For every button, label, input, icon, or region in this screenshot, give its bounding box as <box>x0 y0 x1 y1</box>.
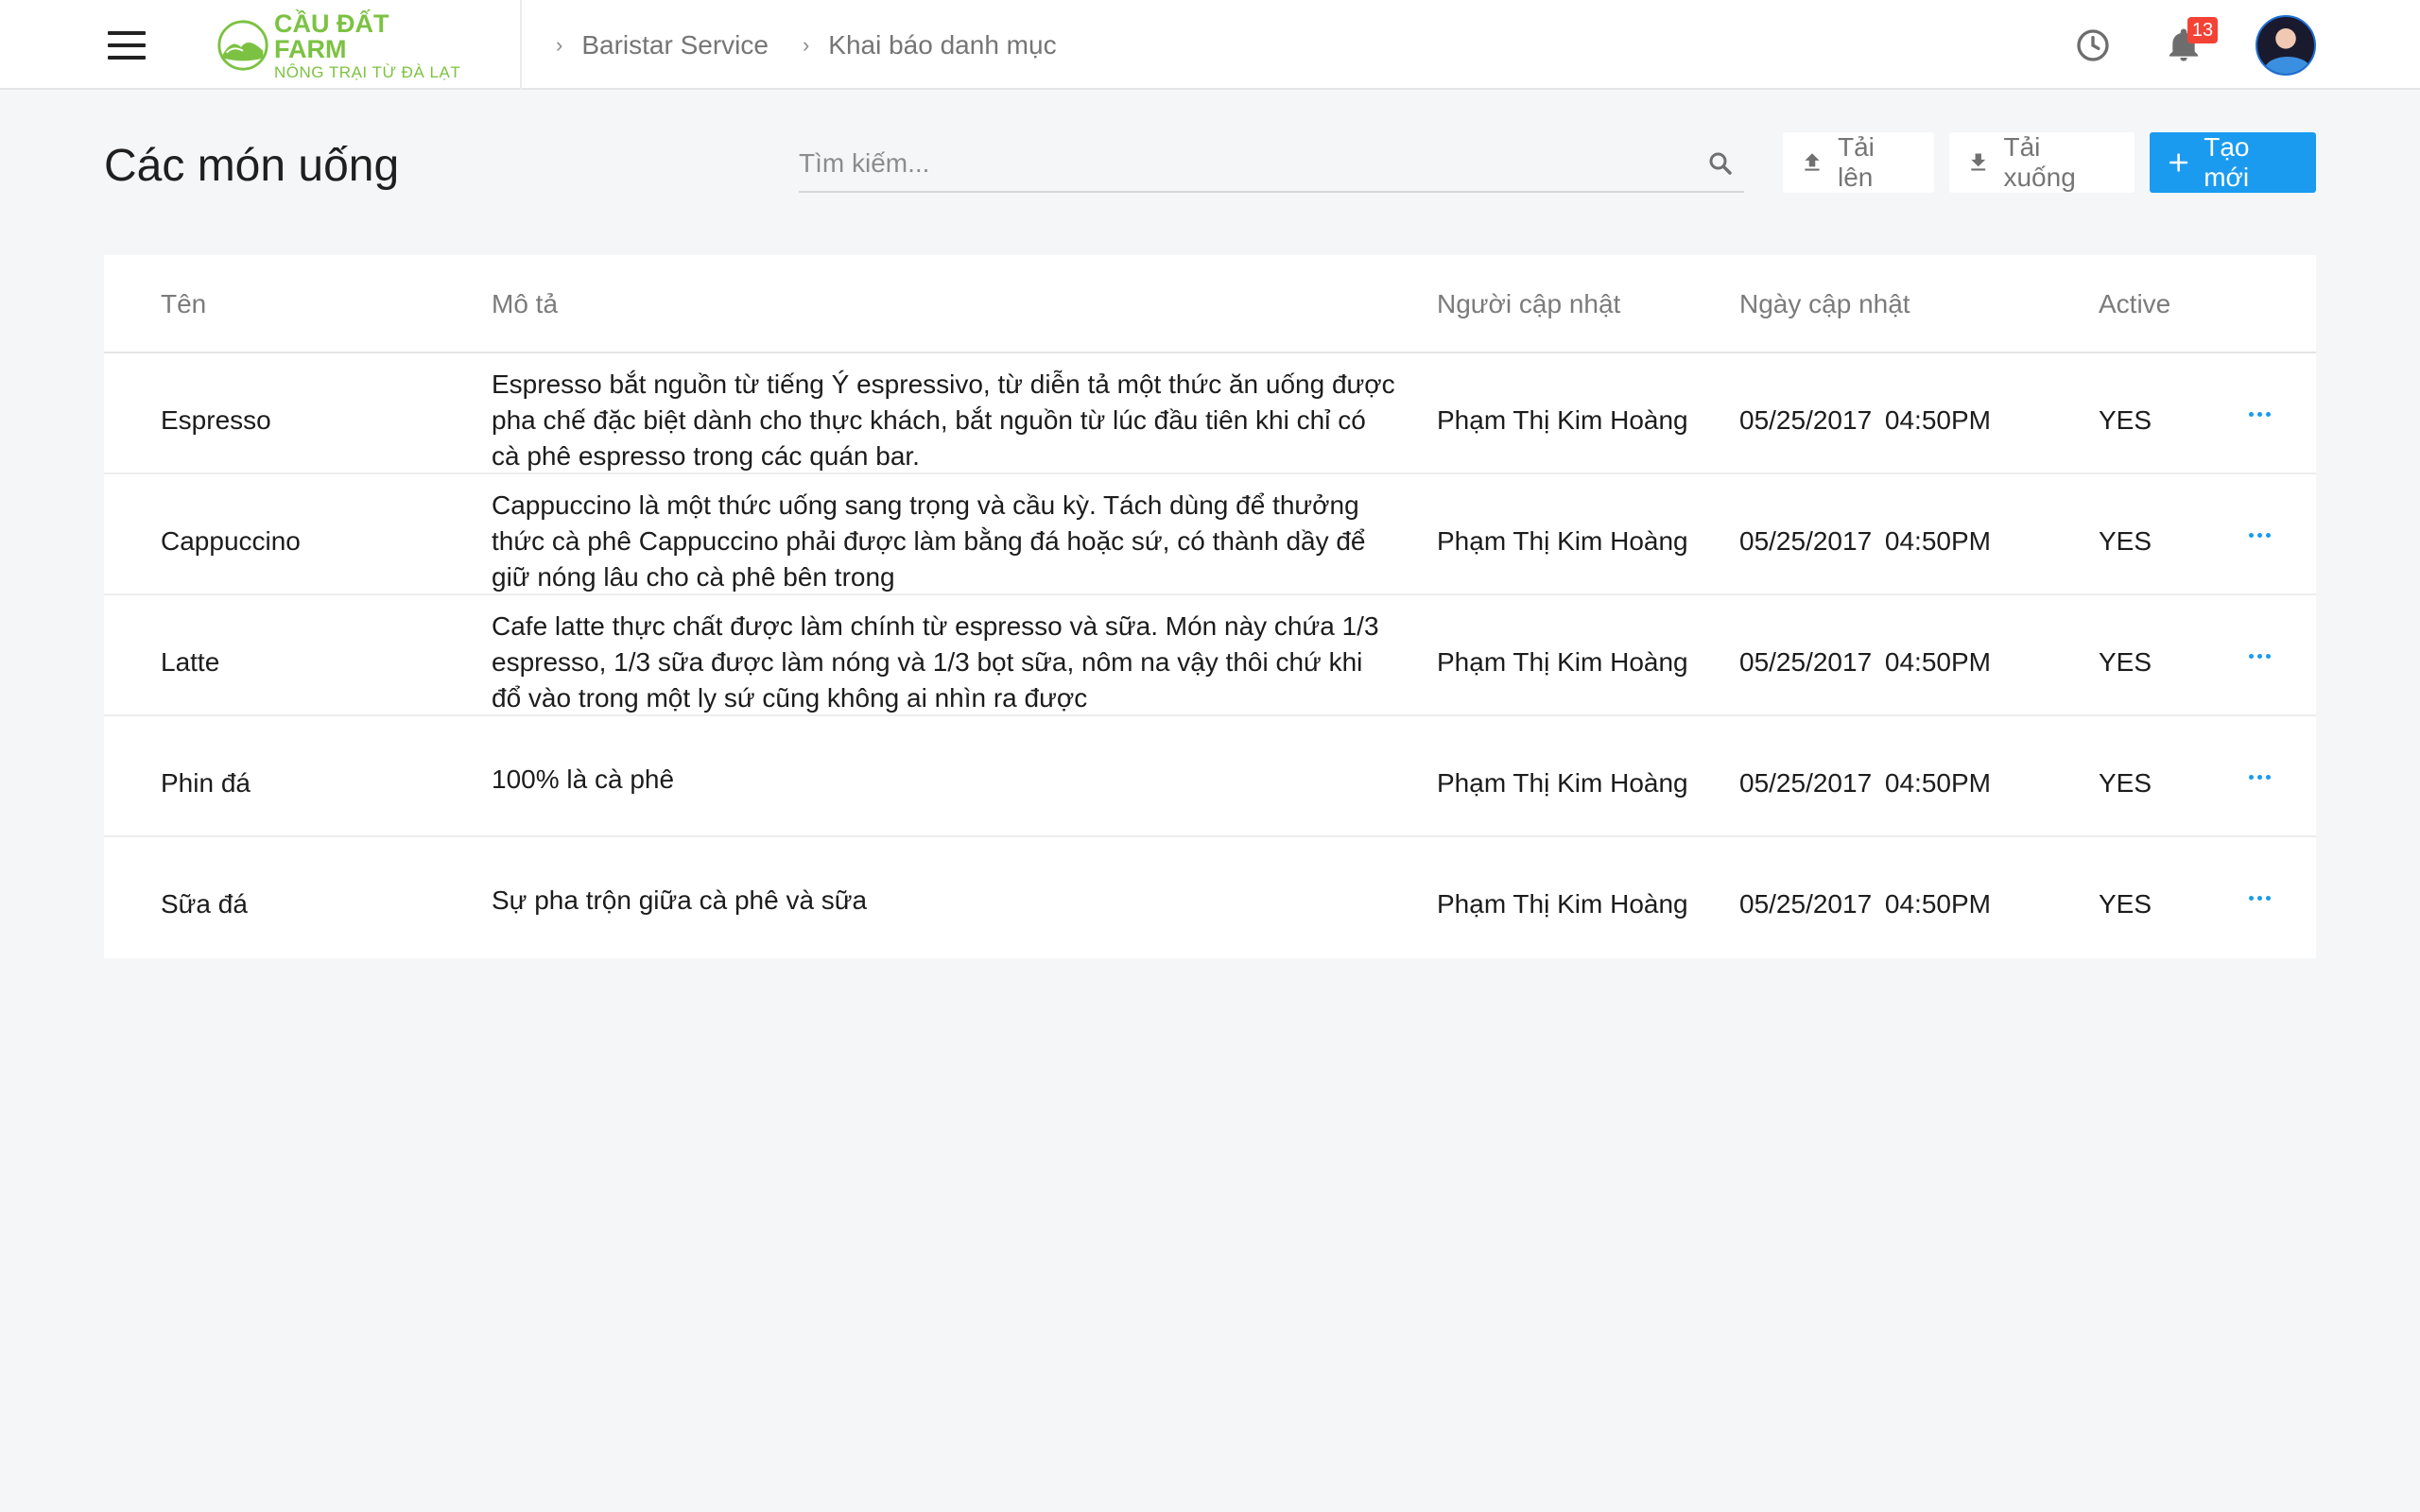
header-divider <box>520 0 522 90</box>
cell-updated-at: 05/25/2017 04:50PM <box>1739 647 1991 677</box>
plus-icon <box>2169 153 2188 172</box>
page-title: Các món uống <box>104 141 400 191</box>
download-icon <box>1971 153 1986 171</box>
table-row[interactable]: Latte Cafe latte thực chất được làm chín… <box>104 595 2316 716</box>
search-input[interactable] <box>799 140 1687 187</box>
hamburger-menu-icon[interactable] <box>102 28 151 62</box>
cell-active: YES <box>2099 768 2152 798</box>
cell-updated-by: Phạm Thị Kim Hoàng <box>1437 405 1688 435</box>
cell-name: Latte <box>161 647 220 677</box>
cell-description: Espresso bắt nguồn từ tiếng Ý espressivo… <box>492 369 1395 471</box>
user-avatar[interactable] <box>2256 15 2316 76</box>
more-horizontal-icon[interactable] <box>2237 522 2282 548</box>
brand-logo[interactable]: CẦU ĐẤT FARM NÔNG TRẠI TỪ ĐÀ LẠT <box>216 10 461 80</box>
clock-icon[interactable] <box>2074 26 2112 64</box>
download-label: Tải xuống <box>2003 132 2076 192</box>
cell-updated-by: Phạm Thị Kim Hoàng <box>1437 647 1688 677</box>
cell-updated-by: Phạm Thị Kim Hoàng <box>1437 526 1688 556</box>
cell-description: 100% là cà phê <box>492 765 675 794</box>
cell-updated-by: Phạm Thị Kim Hoàng <box>1437 768 1688 798</box>
table-header: Tên Mô tả Người cập nhật Ngày cập nhật A… <box>104 255 2316 353</box>
cell-updated-at: 05/25/2017 04:50PM <box>1739 889 1991 919</box>
table-row[interactable]: Sữa đá Sự pha trộn giữa cà phê và sữa Ph… <box>104 837 2316 958</box>
breadcrumb: › Baristar Service › Khai báo danh mục <box>556 26 1091 64</box>
cell-active: YES <box>2099 526 2152 556</box>
more-horizontal-icon[interactable] <box>2237 643 2282 669</box>
column-header-description[interactable]: Mô tả <box>492 289 558 319</box>
upload-icon <box>1805 153 1820 171</box>
notification-count-badge: 13 <box>2187 17 2218 43</box>
cell-name: Phin đá <box>161 768 251 798</box>
cell-name: Sữa đá <box>161 889 248 919</box>
create-button[interactable]: Tạo mới <box>2150 132 2316 193</box>
table-row[interactable]: Espresso Espresso bắt nguồn từ tiếng Ý e… <box>104 353 2316 474</box>
chevron-right-icon: › <box>556 33 563 57</box>
create-label: Tạo mới <box>2204 132 2250 192</box>
cell-updated-at: 05/25/2017 04:50PM <box>1739 405 1991 435</box>
cell-active: YES <box>2099 647 2152 677</box>
cell-description: Sự pha trộn giữa cà phê và sữa <box>492 885 868 915</box>
cell-description: Cappuccino là một thức uống sang trọng v… <box>492 490 1366 592</box>
cell-name: Cappuccino <box>161 526 301 556</box>
logo-title: CẦU ĐẤT FARM <box>274 9 389 63</box>
search-box <box>799 140 1744 193</box>
more-horizontal-icon[interactable] <box>2237 401 2282 427</box>
logo-subtitle: NÔNG TRẠI TỪ ĐÀ LẠT <box>274 62 461 81</box>
breadcrumb-item-catalog[interactable]: Khai báo danh mục <box>828 30 1056 60</box>
cell-updated-by: Phạm Thị Kim Hoàng <box>1437 889 1688 919</box>
column-header-updated-by[interactable]: Người cập nhật <box>1437 289 1620 319</box>
cell-active: YES <box>2099 405 2152 435</box>
search-icon[interactable] <box>1706 149 1735 178</box>
table-row[interactable]: Phin đá 100% là cà phê Phạm Thị Kim Hoàn… <box>104 716 2316 837</box>
column-header-name[interactable]: Tên <box>161 289 206 319</box>
top-bar: CẦU ĐẤT FARM NÔNG TRẠI TỪ ĐÀ LẠT › Baris… <box>0 0 2420 90</box>
breadcrumb-item-service[interactable]: Baristar Service <box>581 30 769 60</box>
upload-button[interactable]: Tải lên <box>1783 132 1934 193</box>
upload-label: Tải lên <box>1837 132 1875 192</box>
cell-updated-at: 05/25/2017 04:50PM <box>1739 768 1991 798</box>
chevron-right-icon: › <box>802 33 810 57</box>
notifications-button[interactable]: 13 <box>2165 17 2218 68</box>
more-horizontal-icon[interactable] <box>2237 885 2282 911</box>
cell-updated-at: 05/25/2017 04:50PM <box>1739 526 1991 556</box>
column-header-active[interactable]: Active <box>2099 289 2170 319</box>
farm-logo-icon <box>217 20 268 71</box>
more-horizontal-icon[interactable] <box>2237 764 2282 790</box>
cell-description: Cafe latte thực chất được làm chính từ e… <box>492 611 1379 713</box>
download-button[interactable]: Tải xuống <box>1949 132 2135 193</box>
drinks-table: Tên Mô tả Người cập nhật Ngày cập nhật A… <box>104 255 2316 958</box>
cell-name: Espresso <box>161 405 271 435</box>
cell-active: YES <box>2099 889 2152 919</box>
column-header-updated-at[interactable]: Ngày cập nhật <box>1739 289 1910 319</box>
table-row[interactable]: Cappuccino Cappuccino là một thức uống s… <box>104 474 2316 595</box>
